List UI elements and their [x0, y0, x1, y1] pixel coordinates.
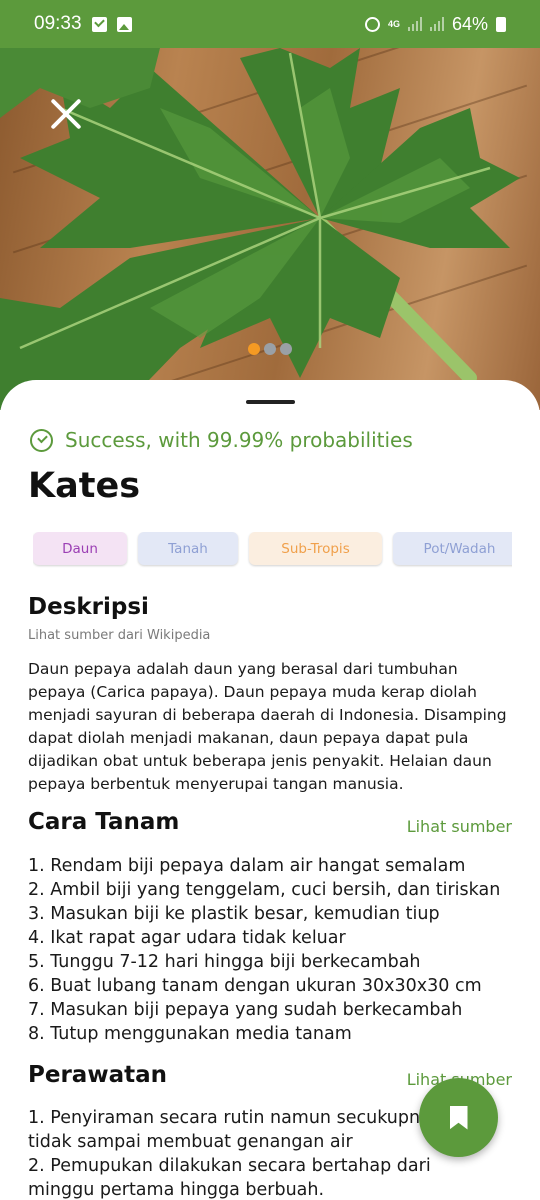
network-type: 4G	[387, 18, 400, 29]
signal-icon	[429, 17, 444, 31]
drag-handle[interactable]	[246, 400, 295, 404]
plant-photo[interactable]	[0, 48, 540, 410]
list-item: 4. Ikat rapat agar udara tidak keluar	[28, 928, 346, 948]
tag-chip-tanah[interactable]: Tanah	[138, 532, 238, 565]
section-title-cara-tanam: Cara Tanam	[28, 809, 180, 835]
list-item: 7. Masukan biji pepaya yang sudah berkec…	[28, 1000, 463, 1020]
bookmark-button[interactable]	[419, 1078, 498, 1157]
carousel-dot[interactable]	[264, 343, 276, 355]
alarm-icon	[364, 16, 380, 32]
planting-source-link[interactable]: Lihat sumber	[407, 817, 512, 836]
description-text: Daun pepaya adalah daun yang berasal dar…	[28, 660, 507, 793]
success-text: Success, with 99.99% probabilities	[65, 428, 413, 452]
list-item: 1. Rendam biji pepaya dalam air hangat s…	[28, 856, 466, 876]
carousel-dot[interactable]	[280, 343, 292, 355]
list-item: 2. Pemupukan dilakukan secara bertahap d…	[28, 1156, 431, 1200]
list-item: 3. Masukan biji ke plastik besar, kemudi…	[28, 904, 440, 924]
tag-list: Daun Tanah Sub-Tropis Pot/Wadah	[33, 532, 512, 568]
list-item: 8. Tutup menggunakan media tanam	[28, 1024, 352, 1044]
tag-chip-subtropis[interactable]: Sub-Tropis	[249, 532, 382, 565]
check-box-icon	[91, 16, 107, 32]
carousel-dot-active[interactable]	[248, 343, 260, 355]
carousel-indicator	[248, 343, 292, 355]
gallery-icon	[116, 16, 132, 32]
status-bar: 09:33 4G 64%	[0, 0, 540, 48]
section-title-deskripsi: Deskripsi	[28, 594, 149, 620]
battery-percent: 64%	[451, 13, 488, 34]
identification-result: Success, with 99.99% probabilities	[30, 428, 413, 452]
wikipedia-source-link[interactable]: Lihat sumber dari Wikipedia	[28, 628, 210, 643]
status-time: 09:33	[34, 13, 82, 34]
planting-steps: 1. Rendam biji pepaya dalam air hangat s…	[28, 854, 514, 1046]
tag-chip-daun[interactable]: Daun	[33, 532, 127, 565]
signal-icon	[407, 17, 422, 31]
battery-icon	[496, 16, 506, 32]
bookmark-icon	[449, 1105, 468, 1130]
check-circle-icon	[30, 428, 53, 452]
tag-chip-pot-wadah[interactable]: Pot/Wadah	[393, 532, 512, 565]
list-item: 6. Buat lubang tanam dengan ukuran 30x30…	[28, 976, 482, 996]
detail-sheet[interactable]: Success, with 99.99% probabilities Kates…	[0, 380, 540, 1200]
close-icon[interactable]	[44, 92, 88, 136]
list-item: 5. Tunggu 7-12 hari hingga biji berkecam…	[28, 952, 421, 972]
plant-name: Kates	[28, 466, 141, 506]
section-title-perawatan: Perawatan	[28, 1062, 167, 1088]
list-item: 2. Ambil biji yang tenggelam, cuci bersi…	[28, 880, 501, 900]
